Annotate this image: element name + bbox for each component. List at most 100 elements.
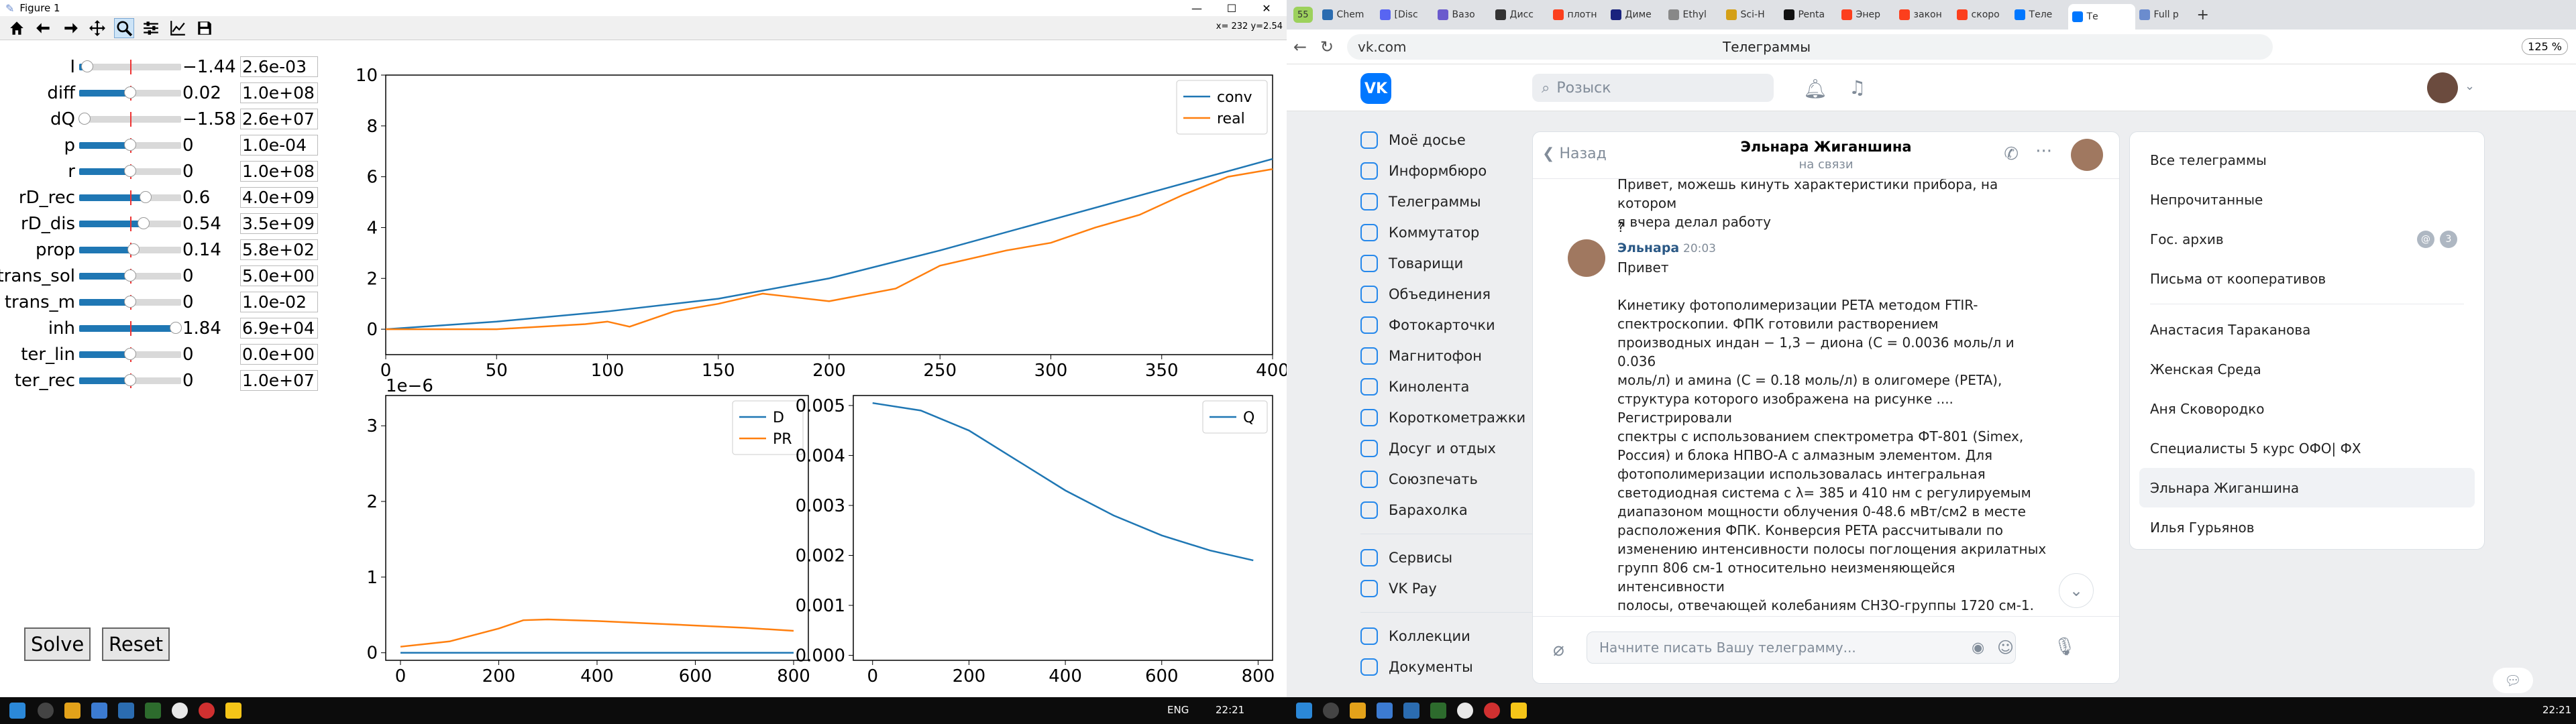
slider-handle[interactable]: [137, 217, 150, 229]
browser-icon[interactable]: [172, 703, 188, 719]
slider-handle[interactable]: [81, 60, 94, 72]
emoji-icon[interactable]: ☺: [1997, 638, 2014, 657]
slider-handle[interactable]: [170, 321, 182, 334]
subplot-2[interactable]: 0 200 400 600 800 0.000 0.001 0.002 0.003 0.004 0.…: [796, 395, 1275, 686]
python-icon[interactable]: [225, 703, 241, 719]
sidebar-item[interactable]: Телеграммы1: [1360, 186, 1555, 217]
slider-handle[interactable]: [124, 295, 136, 308]
music-icon[interactable]: ♫: [1849, 76, 1866, 99]
slider-track[interactable]: [78, 111, 181, 127]
folder-item[interactable]: Илья Гурьянов: [2130, 507, 2484, 547]
bell-icon[interactable]: 🔔︎: [1803, 78, 1827, 100]
slider-handle[interactable]: [139, 190, 152, 203]
configure-subplots-icon[interactable]: [141, 18, 161, 38]
browser-tab[interactable]: Sci-H: [1722, 3, 1780, 26]
folder-item[interactable]: Женская Среда: [2130, 349, 2484, 389]
slider-track[interactable]: [79, 216, 181, 231]
edit-axes-icon[interactable]: [168, 18, 188, 38]
attach-icon[interactable]: ⌀: [1553, 638, 1564, 660]
browser-tab[interactable]: закон: [1895, 3, 1953, 26]
vscode-icon[interactable]: [1403, 703, 1419, 719]
app-icon[interactable]: [1484, 703, 1500, 719]
folder-item[interactable]: Гос. архив @3: [2130, 219, 2484, 259]
browser-tab[interactable]: Ethyl: [1664, 3, 1722, 26]
sidebar-item[interactable]: Объединения: [1360, 279, 1555, 310]
sidebar-item[interactable]: Кинолента: [1360, 371, 1555, 402]
clock[interactable]: 22:21: [2542, 704, 2571, 716]
sidebar-item[interactable]: Сервисы: [1360, 542, 1555, 573]
slider-track[interactable]: [79, 347, 181, 362]
vscode-icon[interactable]: [118, 703, 134, 719]
slider-track[interactable]: [79, 137, 181, 153]
browser-tab[interactable]: Дисс: [1491, 3, 1549, 26]
app-icon[interactable]: [199, 703, 215, 719]
search-input[interactable]: ⌕ Розыск: [1532, 74, 1774, 102]
sidebar-item[interactable]: Моё досье: [1360, 125, 1555, 156]
python-icon[interactable]: [1511, 703, 1527, 719]
new-tab-icon[interactable]: +: [2193, 3, 2213, 26]
windows-start-icon[interactable]: [9, 703, 25, 719]
slider-handle[interactable]: [127, 243, 140, 255]
sidebar-item[interactable]: Магнитофон: [1360, 341, 1555, 371]
slider-track[interactable]: [79, 59, 181, 74]
forward-icon[interactable]: [60, 18, 80, 38]
slider-track[interactable]: [79, 164, 181, 179]
back-icon[interactable]: [34, 18, 54, 38]
browser-tab[interactable]: Энер: [1837, 3, 1895, 26]
slider-track[interactable]: [79, 294, 181, 310]
zoom-level[interactable]: 125 %: [2522, 38, 2568, 55]
home-icon[interactable]: [7, 18, 27, 38]
vk-logo[interactable]: VK: [1360, 73, 1391, 104]
maximize-button[interactable]: ☐: [1217, 2, 1246, 15]
search-icon[interactable]: [1323, 703, 1339, 719]
folder-item[interactable]: Специалисты 5 курс ОФО| ФХ: [2130, 428, 2484, 468]
browser-tab[interactable]: [Disc: [1376, 3, 1434, 26]
avatar[interactable]: [2427, 72, 2458, 103]
phone-icon[interactable]: ✆: [2004, 144, 2019, 164]
minimize-button[interactable]: —: [1182, 2, 1212, 15]
slider-handle[interactable]: [124, 86, 136, 99]
slider-textbox[interactable]: 1.0e-02: [240, 292, 318, 312]
sidebar-item[interactable]: Документы: [1360, 652, 1555, 682]
sidebar-item[interactable]: VK Pay: [1360, 573, 1555, 604]
slider-track[interactable]: [79, 190, 181, 205]
slider-handle[interactable]: [124, 347, 136, 360]
slider-textbox[interactable]: 1.0e-04: [240, 135, 318, 156]
browser-tab[interactable]: Full p: [2135, 3, 2193, 26]
app-icon[interactable]: [1377, 703, 1393, 719]
chat-bubble-icon[interactable]: 💬︎: [2493, 668, 2533, 693]
message-input[interactable]: Начните писать Вашу телеграмму...: [1587, 631, 2016, 664]
clock[interactable]: 22:21: [1216, 704, 1244, 716]
windows-start-icon[interactable]: [1296, 703, 1312, 719]
app-icon[interactable]: [91, 703, 107, 719]
slider-track[interactable]: [79, 268, 181, 284]
folder-item[interactable]: Анастасия Тараканова: [2130, 310, 2484, 349]
subplot-0[interactable]: 0 50 100 150 200 250 300 350 4000246810convreal: [356, 66, 1287, 381]
reset-button[interactable]: Reset: [102, 627, 170, 661]
app-icon[interactable]: [145, 703, 161, 719]
files-icon[interactable]: [64, 703, 80, 719]
browser-tab[interactable]: скоро: [1953, 3, 2010, 26]
zoom-icon[interactable]: [114, 17, 134, 38]
sidebar-item[interactable]: Союзпечать: [1360, 464, 1555, 495]
folder-item[interactable]: Все телеграммы: [2130, 140, 2484, 180]
slider-textbox[interactable]: 1.0e+07: [240, 370, 318, 391]
sender-name[interactable]: Эльнара: [1617, 241, 1679, 255]
sidebar-item[interactable]: Коммутатор: [1360, 217, 1555, 248]
reload-icon[interactable]: ↻: [1313, 38, 1340, 56]
more-icon[interactable]: ···: [2035, 141, 2052, 162]
files-icon[interactable]: [1350, 703, 1366, 719]
slider-textbox[interactable]: 2.6e+07: [240, 109, 318, 129]
microphone-icon[interactable]: 🎙︎: [2053, 637, 2076, 657]
slider-handle[interactable]: [124, 164, 136, 177]
slider-textbox[interactable]: 2.6e-03: [240, 56, 318, 77]
browser-tab[interactable]: плотн: [1549, 3, 1607, 26]
sidebar-item[interactable]: Короткометражки: [1360, 402, 1555, 433]
slider-handle[interactable]: [78, 112, 91, 125]
browser-tab[interactable]: Penta: [1780, 3, 1837, 26]
back-nav-icon[interactable]: ←: [1287, 38, 1313, 56]
close-button[interactable]: ✕: [1252, 2, 1281, 15]
slider-handle[interactable]: [124, 373, 136, 386]
folder-item[interactable]: Аня Сковородко: [2130, 389, 2484, 428]
slider-textbox[interactable]: 1.0e+08: [240, 82, 318, 103]
